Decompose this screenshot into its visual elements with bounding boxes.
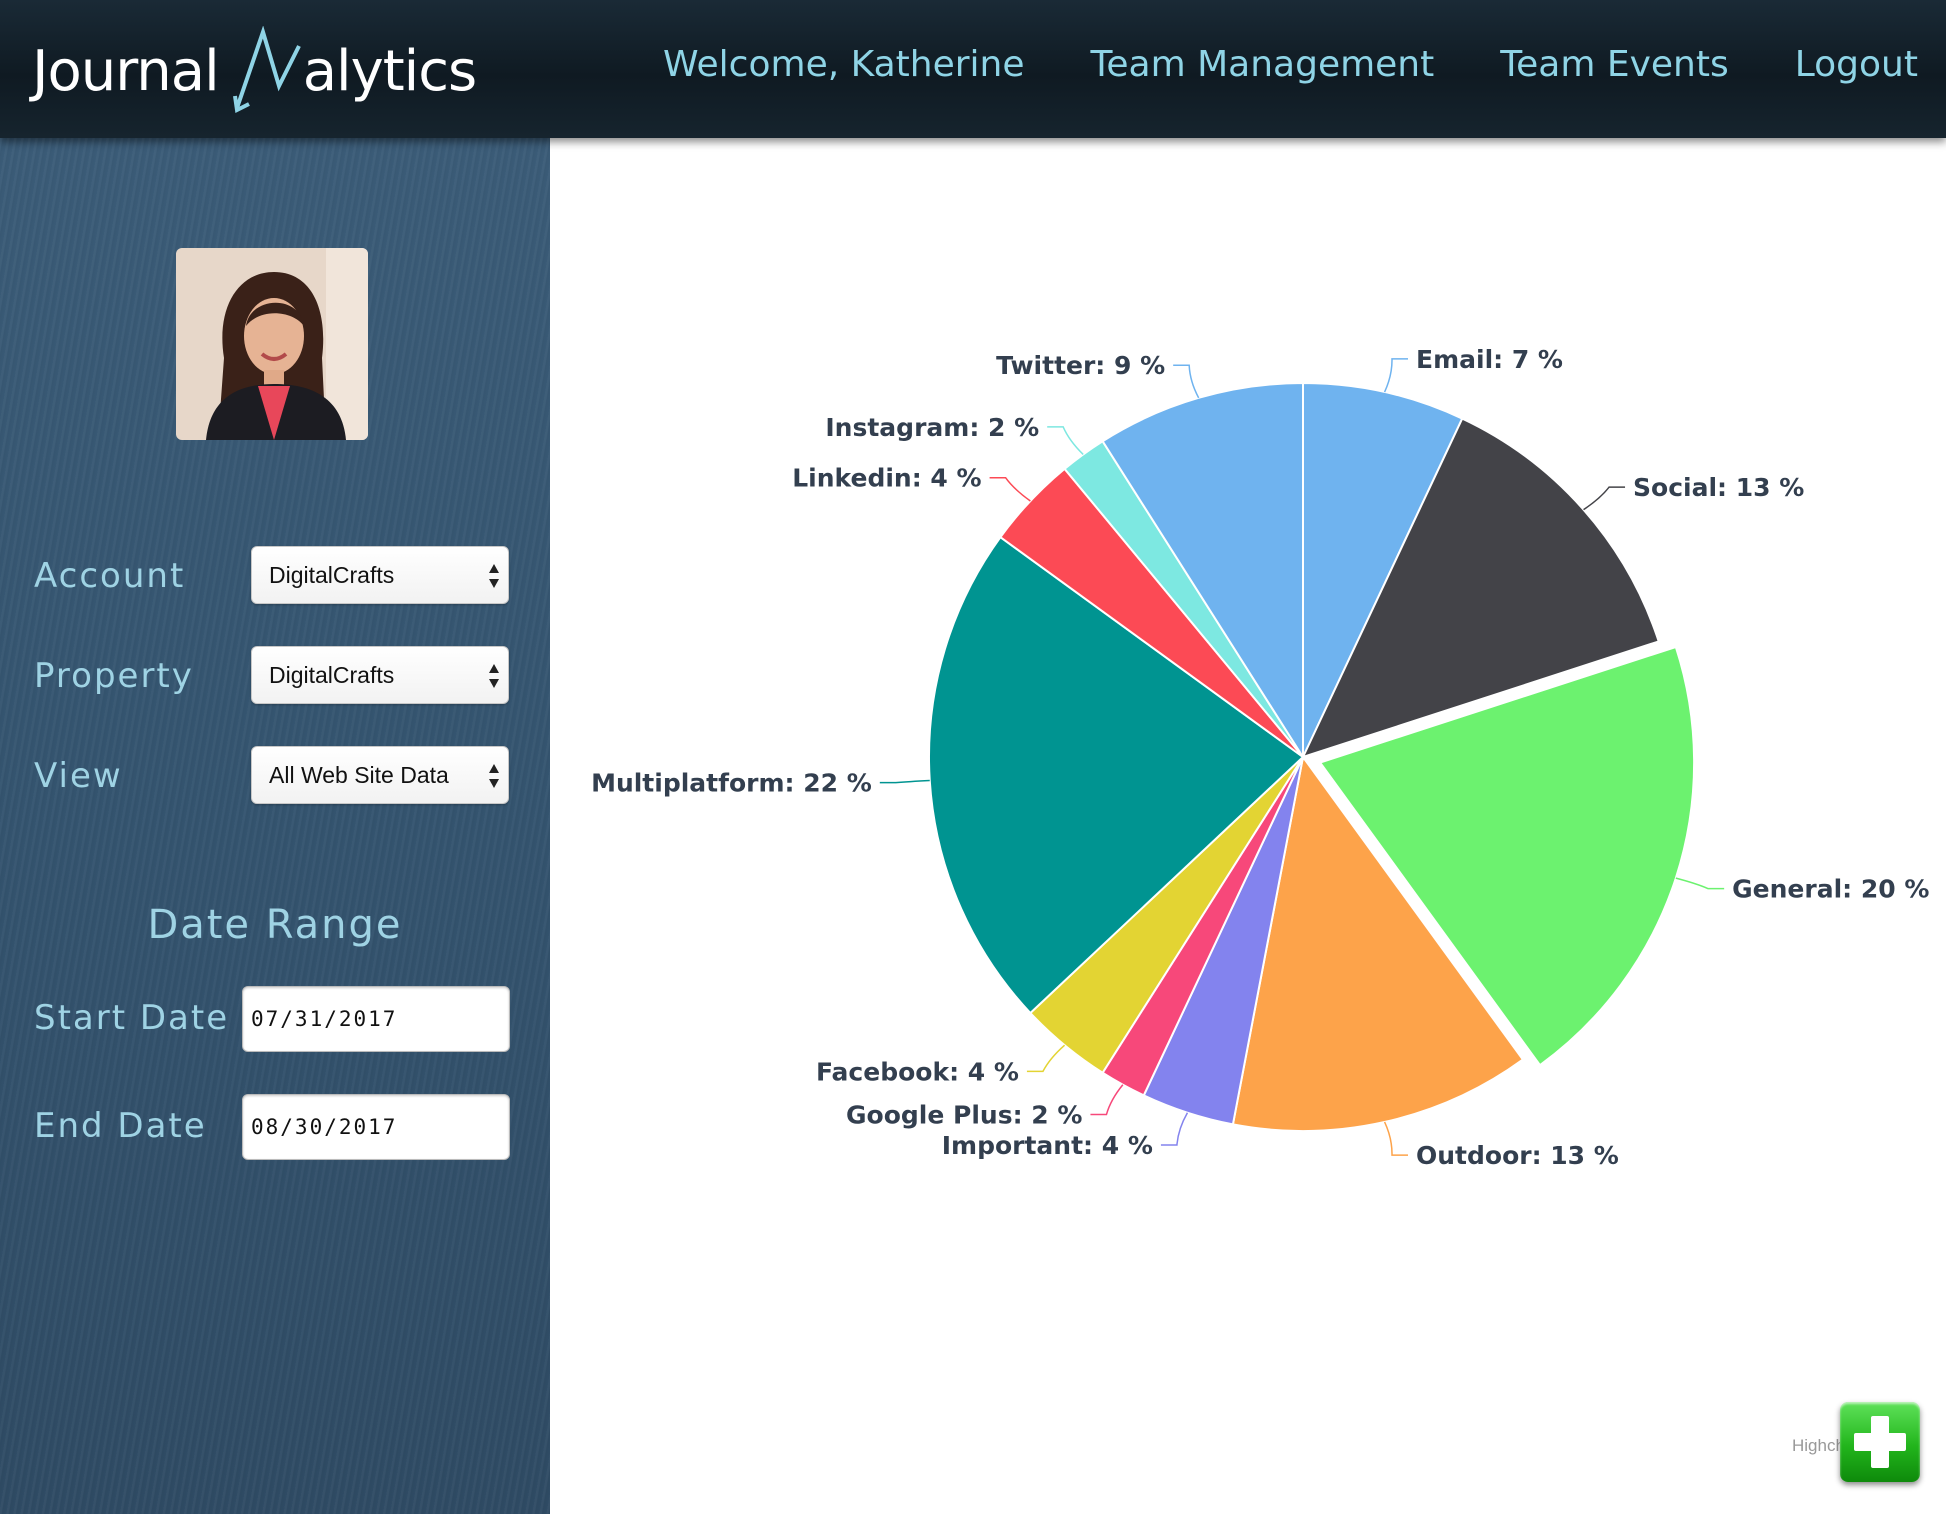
pie-connector-google-plus [1090,1084,1124,1116]
pie-label-google-plus: Google Plus: 2 % [846,1101,1082,1130]
pie-label-outdoor: Outdoor: 13 % [1416,1141,1619,1170]
view-select[interactable]: All Web Site Data [251,746,509,804]
pie-chart: Email: 7 % Social: 13 % General: 20 % Outdo… [591,345,1929,1170]
nav-team-management[interactable]: Team Management [1091,44,1435,85]
top-nav: Welcome, Katherine Team Management Team … [597,44,1918,85]
add-widget-button[interactable] [1840,1402,1920,1482]
pie-label-email: Email: 7 % [1416,345,1563,374]
logo-word-right: alytics [302,38,477,104]
nav-welcome[interactable]: Welcome, Katherine [663,44,1024,85]
account-select-value: DigitalCrafts [269,562,395,588]
pie-label-facebook: Facebook: 4 % [816,1057,1019,1086]
select-arrows-icon [489,764,499,788]
end-date-label: End Date [34,1106,207,1146]
pie-connector-email [1383,358,1409,393]
view-select-value: All Web Site Data [269,762,449,788]
select-arrows-icon [489,564,499,588]
pie-label-instagram: Instagram: 2 % [825,413,1039,442]
pie-connector-twitter [1173,364,1200,399]
pie-label-twitter: Twitter: 9 % [996,351,1165,380]
select-arrows-icon [489,664,499,688]
property-select-value: DigitalCrafts [269,662,395,688]
pie-connector-instagram [1047,426,1084,455]
pie-label-multiplatform: Multiplatform: 22 % [591,769,872,798]
start-date-input[interactable]: 07/31/2017 [242,986,510,1052]
account-label: Account [34,556,186,596]
pie-label-important: Important: 4 % [942,1131,1153,1160]
view-label: View [34,756,123,796]
nav-team-events[interactable]: Team Events [1500,44,1728,85]
pie-connector-linkedin [989,476,1031,502]
property-select[interactable]: DigitalCrafts [251,646,509,704]
account-select[interactable]: DigitalCrafts [251,546,509,604]
logo-arrow-icon [232,26,301,114]
property-label: Property [34,656,194,696]
plus-icon-bar [1854,1433,1906,1451]
sidebar: Account DigitalCrafts Property DigitalCr… [0,138,550,1514]
avatar [176,248,368,440]
profile-photo [176,248,368,440]
chart-area: Email: 7 % Social: 13 % General: 20 % Outdo… [550,138,1946,1514]
pie-label-linkedin: Linkedin: 4 % [792,464,981,493]
app-header: Journal alytics Welcome, Katherine Team … [0,0,1946,138]
pie-connector-social [1583,486,1626,511]
pie-connector-outdoor [1383,1121,1409,1156]
start-date-label: Start Date [34,998,230,1038]
end-date-input[interactable]: 08/30/2017 [242,1094,510,1160]
date-range-title: Date Range [147,902,403,948]
pie-label-social: Social: 13 % [1633,473,1804,502]
pie-label-general: General: 20 % [1732,875,1929,904]
pie-connector-important [1160,1112,1189,1146]
pie-connector-multiplatform [879,779,930,784]
app-logo[interactable]: Journal alytics [32,26,477,116]
pie-connector-general [1675,877,1725,890]
nav-logout[interactable]: Logout [1795,44,1918,85]
pie-connector-facebook [1026,1044,1066,1073]
logo-word-left: Journal [32,38,220,104]
